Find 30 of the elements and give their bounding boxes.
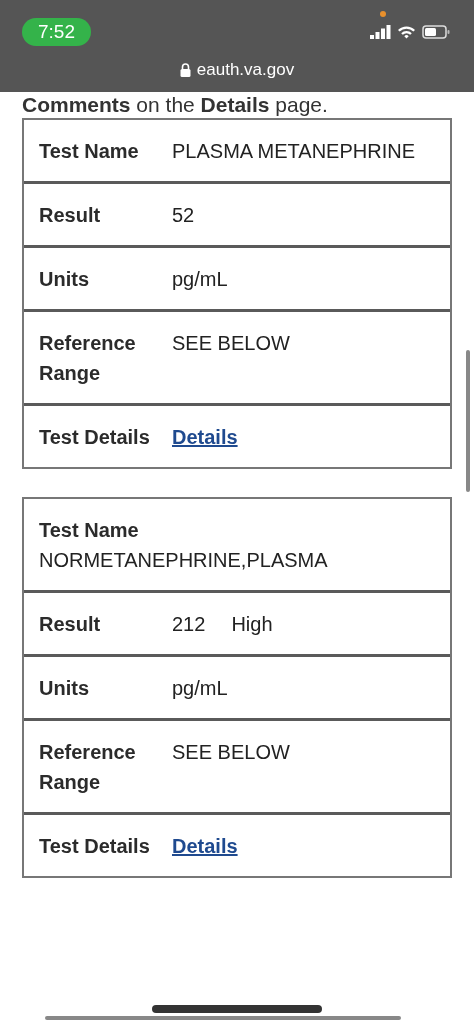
field-label: Result [39, 203, 102, 228]
intro-text: Comments on the Details page. [21, 92, 329, 118]
lock-icon [179, 63, 191, 77]
field-label: Test Details [39, 834, 151, 859]
field-label: Result [39, 612, 102, 637]
clock-time: 7:52 [22, 18, 91, 46]
field-value: SEE BELOW [172, 331, 290, 356]
details-link[interactable]: Details [172, 831, 238, 861]
signal-icon [370, 25, 391, 39]
field-value: 52 [172, 203, 195, 228]
field-label: Units [39, 267, 90, 292]
field-value: NORMETANEPHRINE,PLASMA [39, 548, 328, 573]
field-label: Test Name [39, 518, 140, 543]
field-value: PLASMA METANEPHRINE [172, 139, 416, 164]
field-label: Reference Range [39, 331, 137, 386]
field-value: 212 [172, 612, 206, 637]
field-label: Units [39, 676, 90, 701]
field-label: Reference Range [39, 740, 137, 795]
home-indicator[interactable] [152, 1005, 322, 1013]
battery-icon [422, 25, 450, 39]
field-value: pg/mL [172, 676, 228, 701]
wifi-icon [397, 25, 416, 39]
field-value: SEE BELOW [172, 740, 290, 765]
field-label: Test Name [39, 139, 140, 164]
address-url[interactable]: eauth.va.gov [196, 60, 295, 80]
privacy-dot-icon [380, 11, 386, 17]
abnormal-label: High [231, 612, 273, 637]
field-label: Test Details [39, 425, 151, 450]
details-link[interactable]: Details [172, 422, 238, 452]
field-value: pg/mL [172, 267, 228, 292]
